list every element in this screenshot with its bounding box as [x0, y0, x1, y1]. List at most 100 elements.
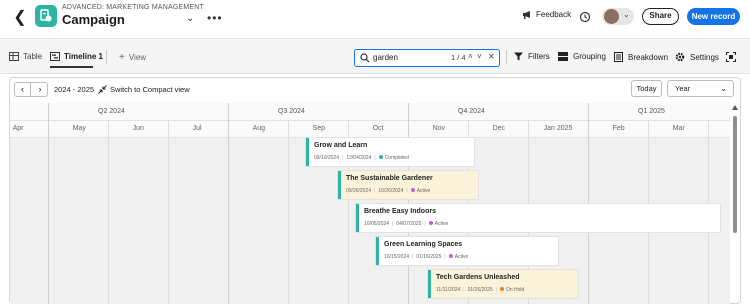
record-start-date: 10/05/2024 [364, 221, 390, 227]
workspace-subtitle: ADVANCED: MARKETING MANAGEMENT [62, 4, 204, 11]
record-start-date: 11/11/2024 [436, 287, 461, 293]
previous-result-icon[interactable]: ˄ [468, 52, 473, 61]
month-header: Apr May Jun Jul Aug Sep Oct Nov Dec Jan 2025 Feb Ma… [10, 121, 730, 138]
previous-period-button[interactable]: ‹ [15, 83, 31, 96]
status-dot-icon [378, 155, 383, 159]
tab-timeline-label: Timeline 1 [64, 52, 103, 61]
grouping-button[interactable]: Grouping [558, 52, 606, 61]
separator: | [463, 287, 465, 293]
share-button[interactable]: Share [642, 8, 679, 25]
chevron-down-icon: ⌄ [720, 84, 727, 93]
scrollbar-thumb[interactable] [733, 116, 737, 233]
status-dot-icon [499, 287, 504, 291]
tab-table-label: Table [23, 52, 43, 61]
feedback-button[interactable]: Feedback [522, 10, 571, 20]
month-label: Jul [192, 125, 202, 132]
month-label: Feb [612, 125, 625, 132]
status-badge: On Hold [505, 287, 525, 293]
gridline [288, 121, 289, 304]
gear-icon [675, 52, 685, 62]
separator: | [374, 155, 376, 161]
record-end-date: 04/07/2025 [396, 221, 422, 227]
next-result-icon[interactable]: ˅ [477, 52, 482, 61]
settings-button[interactable]: Settings [675, 52, 719, 62]
gridline [108, 121, 109, 304]
compact-view-toggle[interactable]: Switch to Compact view [98, 85, 190, 94]
search-bar: garden 1 / 4 ˄ ˅ ✕ [354, 49, 500, 67]
filters-button[interactable]: Filters [514, 52, 550, 61]
search-result-count: 1 / 4 [451, 53, 466, 62]
record-name: Tech Gardens Unleashed [436, 274, 520, 281]
month-label: Sep [312, 125, 326, 132]
status-badge: Active [434, 221, 449, 227]
quarter-label: Q4 2024 [458, 108, 485, 115]
status-dot-icon [410, 188, 415, 192]
month-label: Dec [492, 125, 506, 132]
timeline-record-bar[interactable]: Grow and Learn 09/10/2024 | 12/04/2024 | Comp… [306, 138, 474, 166]
record-name: Breathe Easy Indoors [364, 208, 436, 215]
tab-timeline-1[interactable]: Timeline 1 [50, 52, 103, 61]
app-header: ❮ ADVANCED: MARKETING MANAGEMENT Campaig… [0, 0, 750, 38]
compact-view-label: Switch to Compact view [110, 85, 190, 94]
chevron-down-icon: ⌄ [623, 10, 630, 19]
status-dot-icon [428, 221, 433, 225]
period-navigation: ‹ › [14, 82, 48, 97]
status-dot-icon [448, 254, 453, 258]
back-arrow-icon[interactable]: ❮ [11, 9, 29, 27]
record-end-date: 12/04/2024 [346, 155, 372, 161]
record-name: The Sustainable Gardener [346, 175, 433, 182]
scroll-up-arrow-icon[interactable] [732, 105, 738, 110]
filter-icon [514, 52, 523, 61]
user-menu[interactable]: ⌄ [602, 8, 634, 25]
date-range-label: 2024 - 2025 [54, 85, 95, 94]
history-icon[interactable] [579, 10, 591, 23]
month-label: Aug [252, 125, 266, 132]
view-toolbar: Table Timeline 1 + View garden 1 / 4 ˄ ˅ … [0, 38, 750, 74]
collapse-icon [98, 85, 107, 94]
record-meta: 11/11/2024 | 01/26/2025 | On Hold [436, 287, 524, 293]
quarter-header: Q2 2024 Q3 2024 Q4 2024 Q1 2025 [10, 103, 730, 121]
chevron-down-icon[interactable]: ⌄ [186, 13, 194, 24]
tab-table[interactable]: Table [9, 52, 42, 61]
month-label: Oct [372, 125, 384, 132]
avatar [604, 9, 619, 24]
new-record-button[interactable]: New record [687, 8, 740, 25]
divider [106, 50, 107, 64]
next-period-button[interactable]: › [32, 83, 48, 96]
fullscreen-icon[interactable] [725, 51, 741, 63]
filters-label: Filters [528, 52, 550, 61]
timeline-record-bar[interactable]: Green Learning Spaces 10/15/2024 | 01/16/20… [376, 237, 558, 265]
settings-label: Settings [690, 53, 719, 62]
timeline-record-bar[interactable]: Breathe Easy Indoors 10/05/2024 | 04/07/202… [356, 204, 720, 232]
status-badge: Active [454, 254, 469, 260]
time-scale-select[interactable]: Year ⌄ [667, 80, 734, 97]
clear-search-icon[interactable]: ✕ [488, 52, 495, 61]
month-label: Mar [672, 125, 685, 132]
grouping-icon [558, 52, 568, 61]
table-icon [9, 52, 19, 61]
quarter-label: Q3 2024 [278, 108, 305, 115]
search-input[interactable]: garden [373, 53, 398, 62]
separator: | [342, 155, 344, 161]
record-start-date: 09/10/2024 [314, 155, 340, 161]
add-view-button[interactable]: + View [119, 52, 146, 63]
time-scale-value: Year [675, 84, 691, 93]
more-options-icon[interactable]: ••• [207, 11, 223, 25]
record-start-date: 09/26/2024 [346, 188, 372, 194]
timeline-record-bar[interactable]: The Sustainable Gardener 09/26/2024 | 10/26… [338, 171, 478, 199]
separator: | [412, 254, 414, 260]
record-start-date: 10/15/2024 [384, 254, 410, 260]
record-end-date: 01/16/2025 [416, 254, 442, 260]
page-title: Campaign [62, 12, 125, 27]
month-label: May [72, 125, 86, 132]
timeline-record-bar[interactable]: Tech Gardens Unleashed 11/11/2024 | 01/26/2… [428, 270, 578, 298]
breakdown-button[interactable]: Breakdown [614, 52, 668, 62]
separator: | [406, 188, 408, 194]
divider [506, 50, 507, 64]
today-button[interactable]: Today [631, 80, 662, 97]
month-label: Jan 2025 [543, 125, 573, 132]
separator: | [374, 188, 376, 194]
status-badge: Completed [384, 155, 409, 161]
month-label: Nov [432, 125, 446, 132]
active-tab-indicator [50, 66, 93, 68]
